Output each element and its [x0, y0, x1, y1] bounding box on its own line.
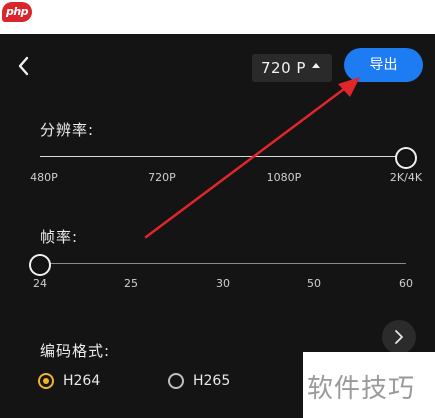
frame-rate-slider-track[interactable] [40, 263, 406, 264]
php-watermark-logo: php [2, 2, 32, 22]
corner-watermark: 软件技巧 [303, 352, 435, 418]
resolution-slider-fill [40, 156, 406, 157]
resolution-dropdown[interactable]: 720 P [252, 54, 332, 82]
resolution-dropdown-value: 720 P [261, 59, 306, 77]
frame-rate-tick-60: 60 [399, 277, 413, 290]
resolution-slider-knob[interactable] [397, 149, 415, 167]
resolution-tick-480p: 480P [30, 171, 58, 184]
resolution-label: 分辨率: [40, 121, 95, 139]
frame-rate-tick-25: 25 [124, 277, 138, 290]
resolution-slider-track[interactable] [40, 156, 406, 157]
side-panel-toggle-button[interactable] [382, 320, 416, 354]
frame-rate-tick-24: 24 [33, 277, 47, 290]
encoding-option-h264[interactable]: H264 [38, 373, 100, 389]
encoding-label: 编码格式: [40, 342, 111, 360]
chevron-right-icon [395, 330, 403, 344]
corner-watermark-text: 软件技巧 [307, 374, 416, 404]
back-button[interactable] [12, 52, 36, 80]
encoding-option-label: H265 [193, 373, 231, 389]
encoding-option-label: H264 [63, 373, 101, 389]
export-button[interactable]: 导出 [344, 48, 423, 82]
radio-dot-icon [38, 373, 54, 389]
top-white-strip [0, 0, 435, 34]
frame-rate-label: 帧率: [40, 228, 79, 246]
encoding-option-h265[interactable]: H265 [168, 373, 230, 389]
chevron-left-icon [18, 56, 29, 76]
frame-rate-tick-50: 50 [307, 277, 321, 290]
frame-rate-slider-knob[interactable] [31, 256, 49, 274]
radio-dot-icon [168, 373, 184, 389]
resolution-tick-1080p: 1080P [266, 171, 302, 184]
frame-rate-tick-30: 30 [216, 277, 230, 290]
resolution-tick-720p: 720P [148, 171, 176, 184]
resolution-tick-2k4k: 2K/4K [389, 171, 423, 184]
caret-up-icon [312, 63, 320, 68]
